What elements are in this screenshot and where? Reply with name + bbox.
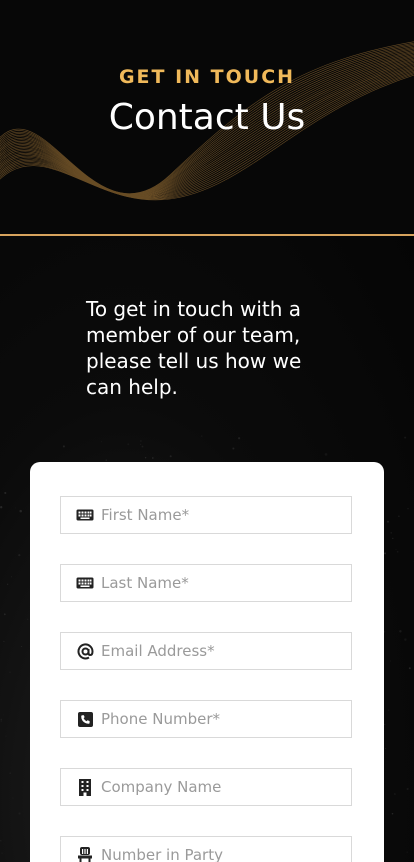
- texture-speck: [15, 507, 16, 509]
- texture-speck: [324, 453, 328, 456]
- email-input[interactable]: [101, 642, 341, 660]
- intro-text: To get in touch with a member of our tea…: [86, 297, 302, 399]
- texture-speck: [200, 435, 203, 437]
- texture-speck: [406, 787, 409, 791]
- texture-speck: [394, 793, 396, 795]
- texture-speck: [12, 797, 14, 799]
- texture-speck: [396, 551, 399, 553]
- texture-speck: [19, 509, 22, 513]
- last-name-input[interactable]: [101, 574, 341, 592]
- texture-speck: [0, 506, 3, 509]
- texture-speck: [388, 709, 390, 711]
- contact-page: GET IN TOUCH Contact Us To get in touch …: [0, 0, 414, 862]
- texture-speck: [140, 443, 142, 445]
- texture-speck: [398, 515, 400, 517]
- texture-speck: [10, 576, 12, 578]
- texture-speck: [141, 445, 144, 448]
- texture-speck: [384, 723, 386, 725]
- texture-speck: [391, 813, 394, 815]
- keyboard-icon: [76, 506, 94, 524]
- at-sign-icon: [76, 642, 94, 660]
- texture-speck: [385, 748, 387, 750]
- texture-speck: [139, 439, 142, 443]
- texture-speck: [389, 660, 391, 662]
- texture-speck: [6, 583, 9, 585]
- texture-speck: [406, 851, 408, 853]
- texture-speck: [0, 840, 2, 842]
- texture-speck: [408, 667, 411, 670]
- company-field[interactable]: [60, 768, 352, 806]
- texture-speck: [3, 640, 5, 642]
- texture-speck: [395, 549, 397, 551]
- first-name-input[interactable]: [101, 506, 341, 524]
- page-title: Contact Us: [108, 97, 306, 138]
- texture-speck: [407, 507, 409, 510]
- texture-speck: [2, 714, 4, 716]
- texture-speck: [62, 445, 65, 448]
- keyboard-icon: [76, 574, 94, 592]
- texture-speck: [390, 532, 392, 534]
- first-name-field[interactable]: [60, 496, 352, 534]
- texture-speck: [0, 720, 2, 722]
- texture-speck: [101, 441, 103, 443]
- party-size-field[interactable]: [60, 836, 352, 862]
- last-name-field[interactable]: [60, 564, 352, 602]
- phone-field[interactable]: [60, 700, 352, 738]
- texture-speck: [384, 552, 387, 555]
- eyebrow-label: GET IN TOUCH: [118, 66, 296, 88]
- texture-speck: [3, 613, 6, 616]
- texture-speck: [404, 638, 407, 641]
- texture-speck: [18, 554, 21, 557]
- chair-icon: [76, 846, 94, 862]
- texture-speck: [404, 436, 407, 439]
- texture-speck: [232, 447, 235, 450]
- texture-speck: [151, 457, 154, 459]
- texture-speck: [9, 772, 12, 775]
- phone-icon: [76, 710, 94, 728]
- texture-speck: [169, 455, 172, 458]
- party-size-input[interactable]: [101, 846, 341, 862]
- building-icon: [76, 778, 94, 796]
- hero-banner: GET IN TOUCH Contact Us: [0, 0, 414, 235]
- texture-speck: [18, 812, 21, 815]
- texture-speck: [9, 671, 11, 673]
- email-field[interactable]: [60, 632, 352, 670]
- texture-speck: [1, 852, 3, 854]
- texture-speck: [105, 459, 108, 462]
- texture-speck: [4, 491, 7, 495]
- texture-speck: [392, 537, 394, 540]
- texture-speck: [5, 735, 7, 737]
- texture-speck: [387, 520, 389, 523]
- texture-speck: [127, 443, 130, 446]
- phone-input[interactable]: [101, 710, 341, 728]
- company-input[interactable]: [101, 778, 341, 796]
- texture-speck: [238, 437, 241, 440]
- contact-form-card: [30, 462, 384, 862]
- texture-speck: [27, 618, 29, 620]
- texture-speck: [20, 645, 23, 648]
- texture-speck: [144, 456, 147, 459]
- texture-speck: [0, 718, 3, 721]
- texture-speck: [399, 630, 402, 633]
